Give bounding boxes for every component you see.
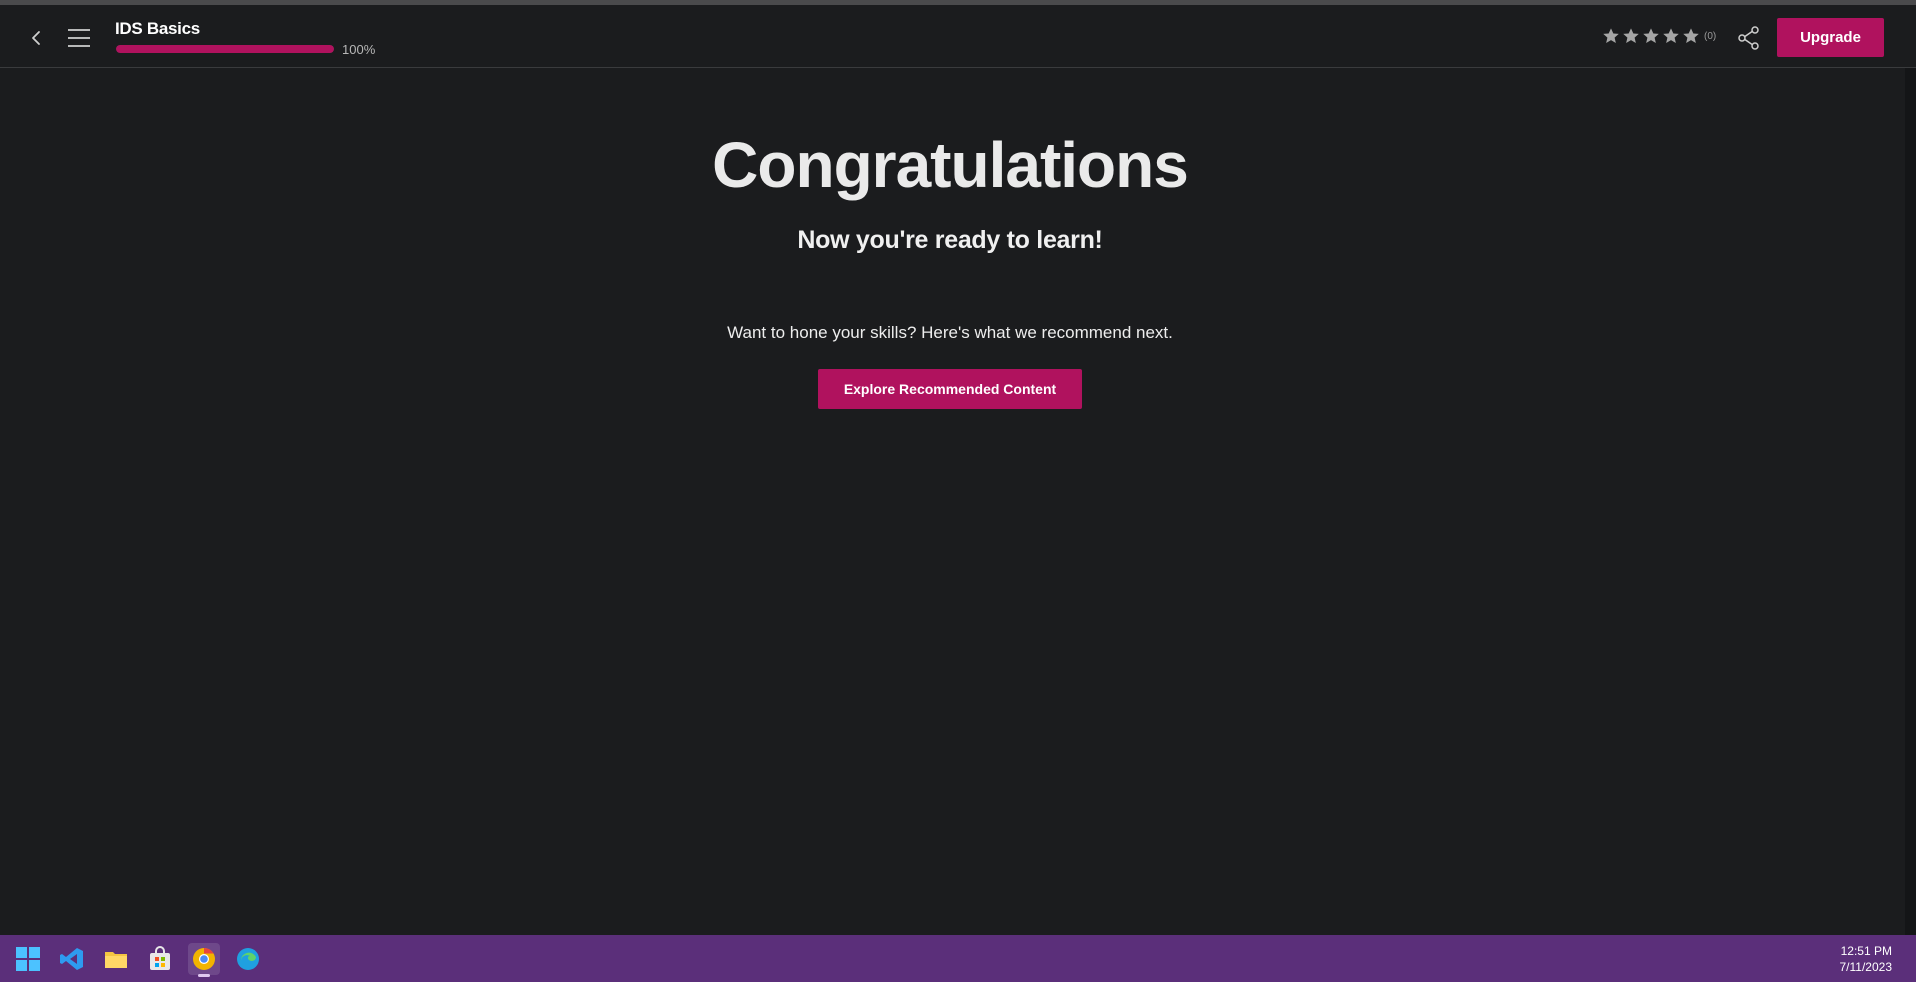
store-icon (150, 946, 170, 970)
system-clock[interactable]: 12:51 PM 7/11/2023 (1840, 943, 1893, 975)
course-progress-bar (116, 45, 334, 53)
course-header: IDS Basics 100% (0) Upgrade (0, 5, 1916, 68)
page-title: Congratulations (712, 129, 1189, 201)
chrome-icon (193, 948, 215, 970)
share-button[interactable] (1736, 25, 1762, 51)
menu-button[interactable] (66, 25, 92, 51)
page-subtitle: Now you're ready to learn! (797, 226, 1103, 254)
edge-icon (237, 948, 259, 970)
course-progress-label: 100% (342, 42, 376, 57)
clock-time: 12:51 PM (1840, 944, 1892, 958)
taskbar-vscode[interactable] (56, 943, 88, 975)
rating-stars[interactable] (1602, 27, 1700, 45)
taskbar-file-explorer[interactable] (100, 943, 132, 975)
star-icon[interactable] (1622, 27, 1640, 45)
course-title: IDS Basics (115, 19, 200, 38)
recommendation-text: Want to hone your skills? Here's what we… (727, 323, 1173, 342)
taskbar-store[interactable] (144, 943, 176, 975)
back-button[interactable] (24, 25, 50, 51)
clock-date: 7/11/2023 (1839, 960, 1893, 974)
star-icon[interactable] (1682, 27, 1700, 45)
star-icon[interactable] (1642, 27, 1660, 45)
scrollbar[interactable] (1905, 68, 1916, 935)
taskbar-browser-active[interactable] (188, 943, 220, 977)
star-icon[interactable] (1602, 27, 1620, 45)
folder-icon (105, 952, 127, 968)
hamburger-icon (68, 29, 90, 47)
course-progress-fill (116, 45, 334, 53)
vscode-icon (60, 948, 83, 970)
upgrade-button[interactable]: Upgrade (1777, 18, 1884, 57)
rating-count: (0) (1704, 31, 1717, 42)
share-icon (1738, 26, 1759, 50)
star-icon[interactable] (1662, 27, 1680, 45)
taskbar-edge[interactable] (232, 943, 264, 975)
windows-logo-icon (16, 947, 40, 971)
chevron-left-icon (32, 31, 40, 45)
start-button[interactable] (12, 943, 44, 975)
explore-recommended-button[interactable]: Explore Recommended Content (818, 369, 1082, 409)
taskbar: 12:51 PM 7/11/2023 (0, 935, 1916, 982)
completion-panel: Congratulations Now you're ready to lear… (0, 68, 1905, 935)
